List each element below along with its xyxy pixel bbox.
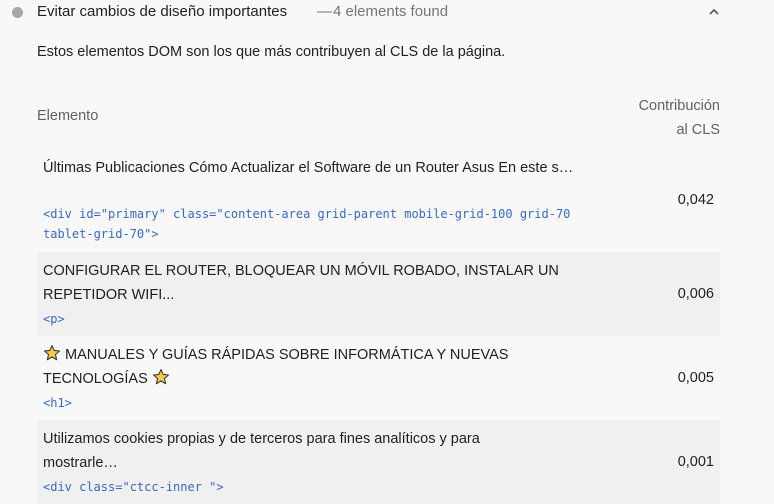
column-header-element: Elemento xyxy=(37,108,99,124)
audit-description: Estos elementos DOM son los que más cont… xyxy=(37,44,506,60)
column-header-contribution: Contribución al CLS xyxy=(600,94,720,142)
table-row: MANUALES Y GUÍAS RÁPIDAS SOBRE INFORMÁTI… xyxy=(37,336,720,420)
row-node-label-wrapper: MANUALES Y GUÍAS RÁPIDAS SOBRE INFORMÁTI… xyxy=(43,343,543,391)
row-node-label: Utilizamos cookies propias y de terceros… xyxy=(43,431,480,471)
star-icon xyxy=(152,368,169,385)
audit-title: Evitar cambios de diseño importantes xyxy=(37,3,288,20)
audit-count: 4 elements found xyxy=(333,3,449,20)
row-node-snippet[interactable]: <div class="ctcc-inner "> xyxy=(43,477,623,497)
row-node-snippet[interactable]: <p> xyxy=(43,309,623,329)
row-node-label: CONFIGURAR EL ROUTER, BLOQUEAR UN MÓVIL … xyxy=(43,263,559,303)
audit-separator: — xyxy=(317,3,332,20)
row-cls-value: 0,001 xyxy=(677,454,714,470)
row-node-label: Últimas Publicaciones Cómo Actualizar el… xyxy=(43,160,574,176)
audit-header[interactable]: Evitar cambios de diseño importantes — 4… xyxy=(0,0,774,26)
row-node-label: MANUALES Y GUÍAS RÁPIDAS SOBRE INFORMÁTI… xyxy=(43,347,509,387)
row-cls-value: 0,006 xyxy=(677,286,714,302)
row-cls-value: 0,042 xyxy=(677,192,714,208)
status-dot-icon xyxy=(12,7,23,18)
table-row: Últimas Publicaciones Cómo Actualizar el… xyxy=(37,152,720,248)
row-node-snippet[interactable]: <div id="primary" class="content-area gr… xyxy=(43,204,603,244)
column-header-contribution-line2: al CLS xyxy=(676,122,720,138)
star-icon xyxy=(43,344,61,361)
table-row: Utilizamos cookies propias y de terceros… xyxy=(37,420,720,504)
cls-audit: Evitar cambios de diseño importantes — 4… xyxy=(0,0,774,504)
row-cls-value: 0,005 xyxy=(677,370,714,386)
chevron-up-icon[interactable] xyxy=(706,6,722,18)
row-node-snippet[interactable]: <h1> xyxy=(43,393,623,413)
column-header-contribution-line1: Contribución xyxy=(638,98,720,114)
table-row: CONFIGURAR EL ROUTER, BLOQUEAR UN MÓVIL … xyxy=(37,252,720,336)
